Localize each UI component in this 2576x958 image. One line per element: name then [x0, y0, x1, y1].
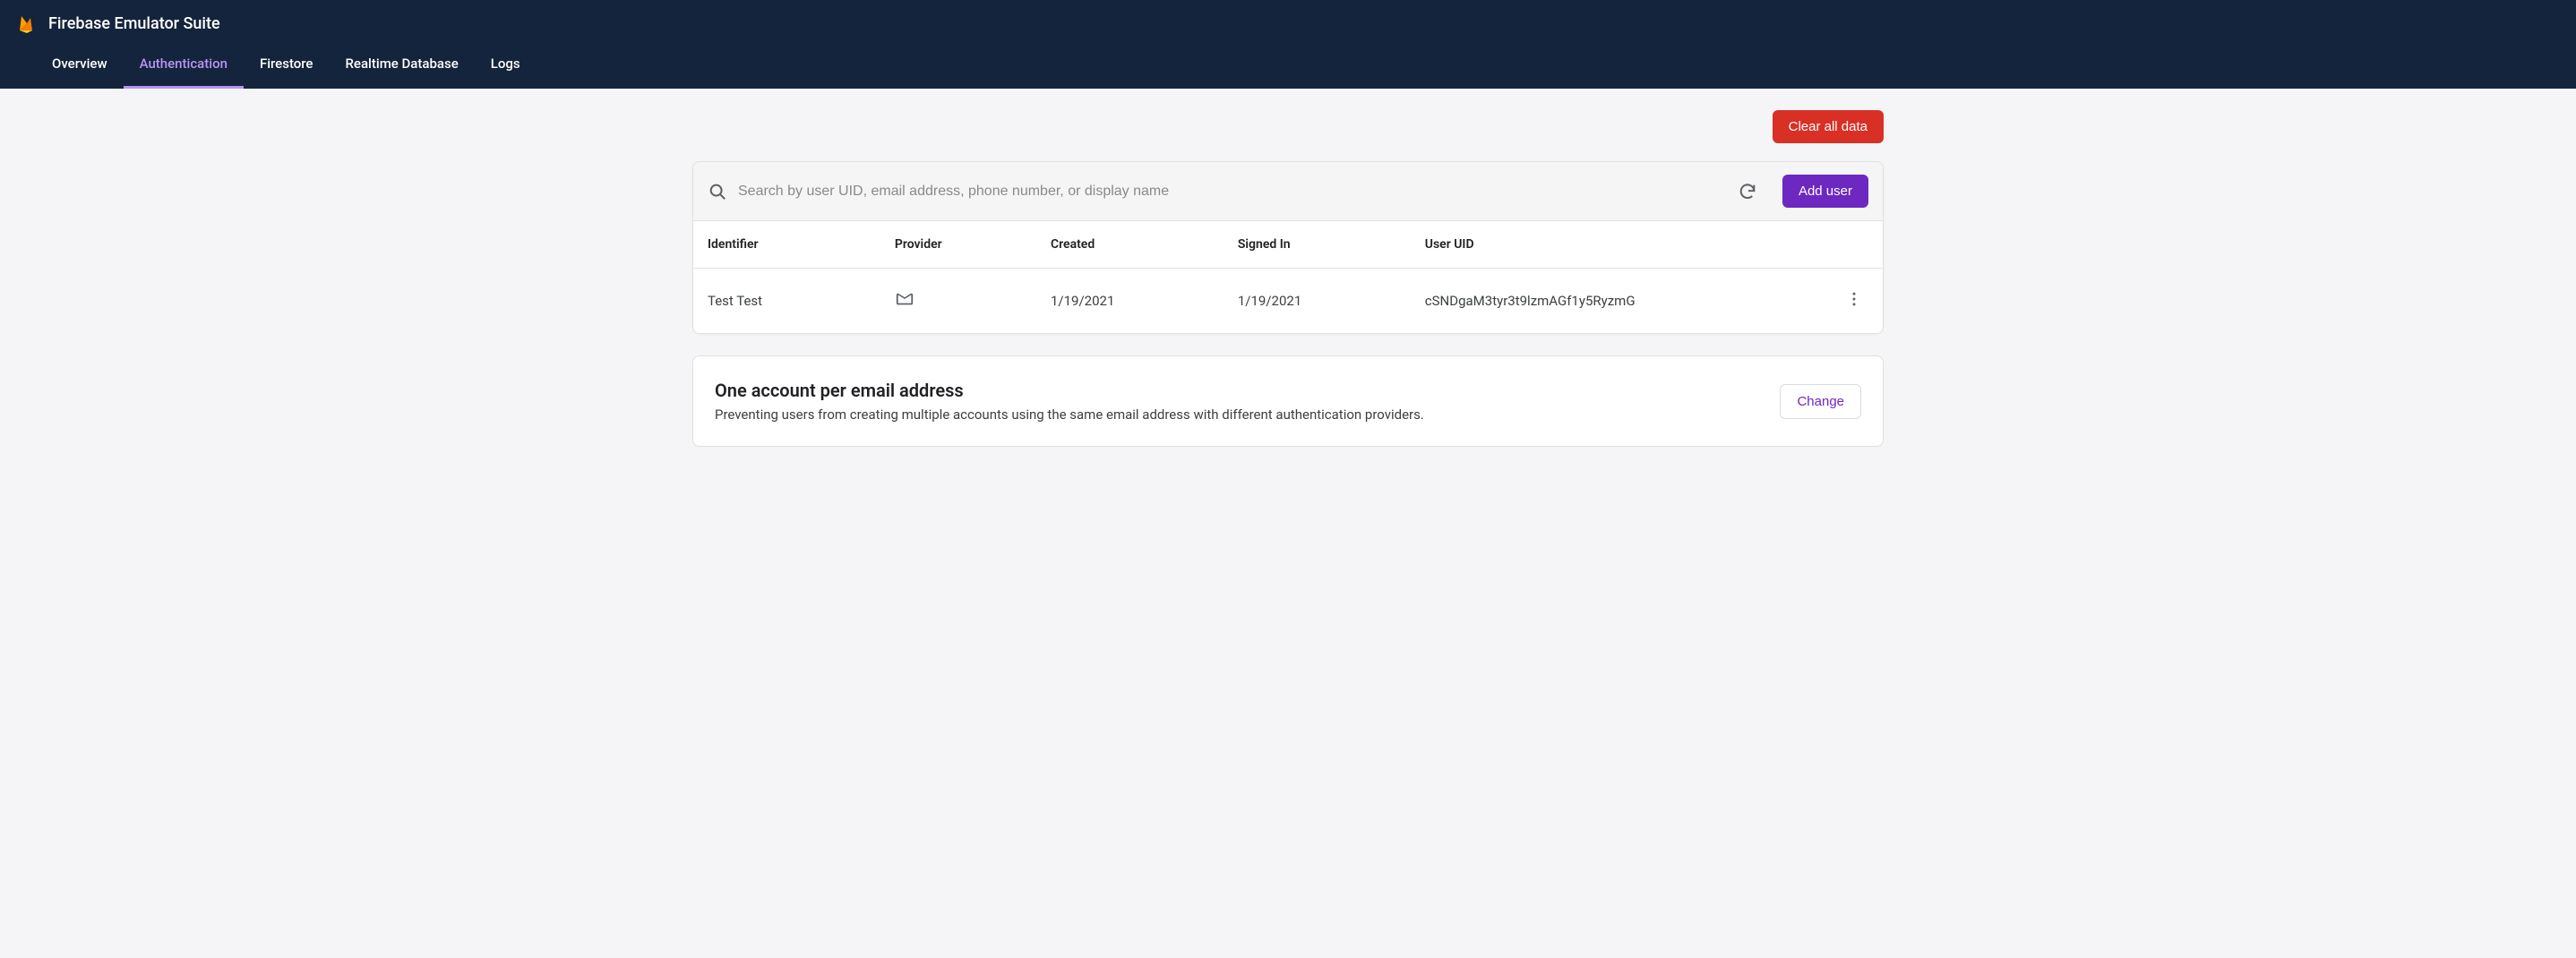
tab-overview[interactable]: Overview: [36, 43, 124, 89]
cell-identifier: Test Test: [708, 293, 895, 309]
search-icon: [708, 182, 727, 201]
cell-user-uid: cSNDgaM3tyr3t9lzmAGf1y5RyzmG: [1425, 293, 1815, 309]
col-signed-in: Signed In: [1238, 237, 1425, 252]
row-more-button[interactable]: [1840, 285, 1868, 317]
firebase-logo-icon: [16, 13, 38, 34]
users-card: Add user Identifier Provider Created Sig…: [692, 161, 1884, 334]
search-bar: Add user: [693, 162, 1883, 221]
account-settings-card: One account per email address Preventing…: [692, 355, 1884, 447]
tab-authentication[interactable]: Authentication: [124, 43, 244, 89]
cell-signed-in: 1/19/2021: [1238, 293, 1425, 309]
refresh-button[interactable]: [1732, 176, 1763, 207]
email-icon: [895, 289, 1051, 312]
tab-realtime-database[interactable]: Realtime Database: [329, 43, 474, 89]
col-created: Created: [1051, 237, 1238, 252]
cell-created: 1/19/2021: [1051, 293, 1238, 309]
col-provider: Provider: [895, 237, 1051, 252]
col-identifier: Identifier: [708, 237, 895, 252]
settings-title: One account per email address: [715, 380, 1424, 401]
search-input[interactable]: [738, 184, 1722, 200]
change-button[interactable]: Change: [1780, 384, 1861, 419]
table-header: Identifier Provider Created Signed In Us…: [693, 221, 1883, 269]
app-title: Firebase Emulator Suite: [48, 14, 220, 33]
tab-firestore[interactable]: Firestore: [244, 43, 330, 89]
table-row: Test Test 1/19/2021 1/19/2021 cSNDgaM3ty…: [693, 269, 1883, 333]
add-user-button[interactable]: Add user: [1782, 175, 1868, 208]
app-header: Firebase Emulator Suite Overview Authent…: [0, 0, 2576, 89]
col-user-uid: User UID: [1425, 237, 1815, 252]
settings-description: Preventing users from creating multiple …: [715, 406, 1424, 423]
clear-all-data-button[interactable]: Clear all data: [1773, 110, 1884, 143]
tab-logs[interactable]: Logs: [475, 43, 537, 89]
main-content: Clear all data Add user Identifier Provi…: [674, 89, 1902, 468]
nav-tabs: Overview Authentication Firestore Realti…: [0, 43, 2576, 89]
